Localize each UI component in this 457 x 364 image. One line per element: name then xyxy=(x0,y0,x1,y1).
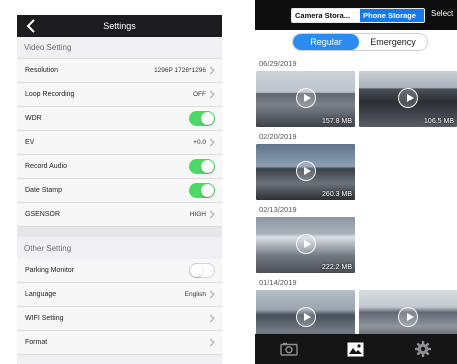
settings-row-value: HIGH xyxy=(189,211,206,218)
date-heading: 06/29/2019 xyxy=(259,59,297,68)
settings-row-label: WDR xyxy=(25,115,42,122)
section-divider xyxy=(17,227,222,237)
settings-row-wifi-setting[interactable]: WIFI Setting xyxy=(17,307,222,331)
page-title: Settings xyxy=(103,21,136,31)
toggle-switch[interactable] xyxy=(189,263,215,278)
settings-row-control xyxy=(209,338,215,347)
storage-segmented-control: Camera Stora... Phone Storage xyxy=(291,8,425,23)
settings-row-label: Resolution xyxy=(25,67,59,74)
chevron-right-icon xyxy=(209,90,215,99)
settings-row-control xyxy=(189,111,215,126)
settings-row-control: HIGH xyxy=(190,210,215,219)
toggle-knob xyxy=(190,264,203,277)
tab-emergency[interactable]: Emergency xyxy=(359,34,427,50)
settings-list: Video Setting Resolution 1296P 1728*1296 Lo… xyxy=(17,37,222,355)
settings-row-language[interactable]: Language English xyxy=(17,283,222,307)
tab-regular[interactable]: Regular xyxy=(293,34,359,50)
section-header: Other Setting xyxy=(17,237,222,259)
toggle-switch[interactable] xyxy=(189,111,215,126)
settings-row-value: 1296P 1728*1296 xyxy=(154,67,206,74)
settings-row-label: EV xyxy=(25,139,35,146)
settings-row-format[interactable]: Format xyxy=(17,331,222,355)
settings-row-control xyxy=(189,263,215,278)
tab-camera-storage[interactable]: Camera Stora... xyxy=(292,9,360,22)
toggle-switch[interactable] xyxy=(189,183,215,198)
chevron-right-icon xyxy=(209,314,215,323)
play-icon[interactable] xyxy=(295,87,316,108)
settings-gear-icon xyxy=(415,341,432,357)
chevron-right-icon xyxy=(209,66,215,75)
settings-row-ev[interactable]: EV +0.0 xyxy=(17,131,222,155)
tab-gallery[interactable] xyxy=(336,334,376,364)
toggle-knob xyxy=(201,160,214,173)
settings-screen: Settings Video Setting Resolution 1296P 17… xyxy=(17,15,222,364)
video-thumbnail[interactable]: 106.5 MB xyxy=(359,71,457,127)
settings-row-control: English xyxy=(185,290,215,299)
gallery-icon xyxy=(347,342,364,356)
play-icon[interactable] xyxy=(398,87,418,108)
settings-row-label: Loop Recording xyxy=(25,91,75,98)
date-heading: 02/20/2019 xyxy=(259,132,297,141)
tab-camera[interactable] xyxy=(269,334,309,364)
settings-row-date-stamp: Date Stamp xyxy=(17,179,222,203)
settings-row-label: Parking Monitor xyxy=(25,267,75,274)
video-thumbnail[interactable]: 222.2 MB xyxy=(256,217,355,273)
date-heading: 02/13/2019 xyxy=(259,205,297,214)
chevron-right-icon xyxy=(209,290,215,299)
settings-row-record-audio: Record Audio xyxy=(17,155,222,179)
gallery-screen: Camera Stora... Phone Storage Select Reg… xyxy=(255,0,457,364)
play-icon[interactable] xyxy=(295,233,316,254)
camera-icon xyxy=(279,342,298,356)
gallery-header: Camera Stora... Phone Storage Select xyxy=(255,0,457,30)
video-thumbnail[interactable]: 260.3 MB xyxy=(256,144,355,200)
settings-row-parking-monitor: Parking Monitor xyxy=(17,259,222,283)
file-size-label: 260.3 MB xyxy=(322,191,352,198)
settings-row-control xyxy=(209,314,215,323)
back-button[interactable] xyxy=(22,16,40,36)
settings-row-control xyxy=(189,183,215,198)
settings-row-value: +0.0 xyxy=(193,139,206,146)
file-size-label: 222.2 MB xyxy=(322,264,352,271)
chevron-right-icon xyxy=(209,338,215,347)
file-size-label: 106.5 MB xyxy=(424,118,454,125)
tab-settings[interactable] xyxy=(403,334,443,364)
play-icon[interactable] xyxy=(295,160,316,181)
toggle-switch[interactable] xyxy=(189,159,215,174)
settings-row-control: +0.0 xyxy=(193,138,215,147)
settings-row-control: 1296P 1728*1296 xyxy=(154,66,215,75)
settings-row-value: English xyxy=(184,291,206,298)
chevron-right-icon xyxy=(209,210,215,219)
settings-row-loop-recording[interactable]: Loop Recording OFF xyxy=(17,83,222,107)
settings-row-control: OFF xyxy=(193,90,215,99)
clip-type-segmented-control: Regular Emergency xyxy=(292,33,428,51)
toggle-knob xyxy=(201,112,214,125)
date-heading: 01/14/2019 xyxy=(259,278,297,287)
settings-row-control xyxy=(189,159,215,174)
settings-row-value: OFF xyxy=(193,91,206,98)
bottom-tab-bar xyxy=(255,334,457,364)
settings-row-label: WIFI Setting xyxy=(25,315,64,322)
settings-row-wdr: WDR xyxy=(17,107,222,131)
settings-row-label: Record Audio xyxy=(25,163,68,170)
video-thumbnail[interactable]: 157.8 MB xyxy=(256,71,355,127)
settings-row-gsensor[interactable]: GSENSOR HIGH xyxy=(17,203,222,227)
select-button[interactable]: Select xyxy=(431,9,453,18)
section-header: Video Setting xyxy=(17,37,222,59)
toggle-knob xyxy=(201,184,214,197)
chevron-right-icon xyxy=(209,138,215,147)
chevron-left-icon xyxy=(26,19,35,33)
settings-row-label: Format xyxy=(25,339,48,346)
settings-header: Settings xyxy=(17,15,222,37)
file-size-label: 157.8 MB xyxy=(322,118,352,125)
settings-row-label: GSENSOR xyxy=(25,211,61,218)
settings-row-resolution[interactable]: Resolution 1296P 1728*1296 xyxy=(17,59,222,83)
play-icon[interactable] xyxy=(295,306,316,327)
settings-row-label: Language xyxy=(25,291,57,298)
play-icon[interactable] xyxy=(398,306,418,327)
settings-row-label: Date Stamp xyxy=(25,187,62,194)
tab-phone-storage[interactable]: Phone Storage xyxy=(360,9,424,22)
